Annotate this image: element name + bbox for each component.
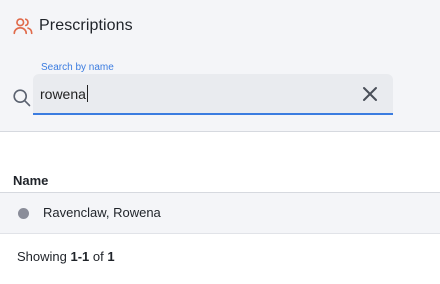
pagination-summary: Showing 1-1 of 1	[17, 249, 115, 264]
patient-name: Ravenclaw, Rowena	[43, 205, 161, 220]
search-input[interactable]: rowena	[33, 74, 393, 115]
text-cursor	[86, 85, 88, 102]
search-field-label: Search by name	[41, 62, 114, 73]
table-row[interactable]: Ravenclaw, Rowena	[0, 193, 440, 234]
table-header: Name	[0, 167, 440, 193]
pagination-prefix: Showing	[17, 249, 67, 264]
column-header-name[interactable]: Name	[13, 173, 48, 188]
search-icon	[13, 89, 31, 107]
page-title: Prescriptions	[39, 17, 133, 34]
search-area: Search by name rowena	[12, 60, 394, 116]
prescriptions-panel: Prescriptions Search by name rowena Name	[0, 0, 440, 284]
panel-header-area: Prescriptions Search by name rowena	[0, 0, 440, 132]
pagination-total: 1	[107, 249, 115, 264]
search-input-value: rowena	[40, 85, 86, 102]
pagination-of: of	[92, 249, 104, 264]
status-dot	[18, 208, 29, 219]
users-icon	[13, 18, 33, 35]
clear-search-icon[interactable]	[361, 85, 379, 103]
pagination-range: 1-1	[70, 249, 90, 264]
panel-header: Prescriptions	[12, 13, 133, 39]
